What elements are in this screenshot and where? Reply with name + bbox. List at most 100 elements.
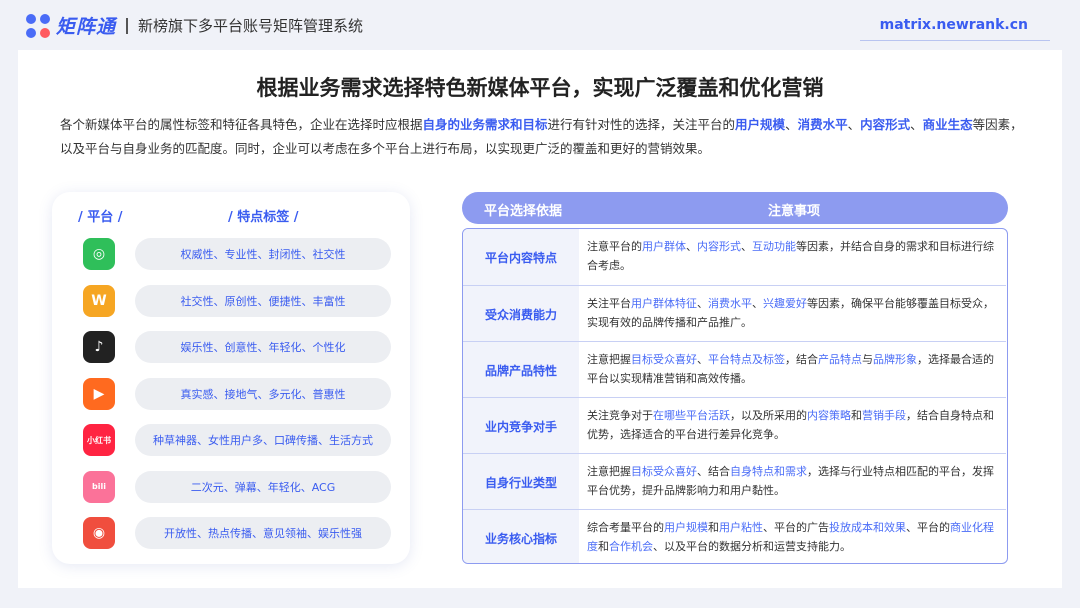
criteria-table: 平台内容特点 注意平台的用户群体、内容形式、互动功能等因素，并结合自身的需求和目标… — [462, 228, 1008, 564]
body-text: ，以及所采用的 — [730, 409, 807, 422]
criteria-key: 自身行业类型 — [463, 454, 579, 510]
wechat-channels-icon: ◎ — [83, 238, 115, 270]
highlight-text: 商业生态 — [922, 117, 973, 132]
criteria-key: 业内竞争对手 — [463, 398, 579, 454]
xiaohongshu-icon: 小红书 — [83, 424, 115, 456]
body-text: 和 — [708, 521, 719, 534]
highlight-text: 平台特点及标签 — [708, 353, 785, 366]
header-underline — [860, 40, 1050, 41]
body-text: 注意把握 — [587, 353, 631, 366]
body-text: 进行有针对性的选择，关注平台的 — [547, 117, 736, 132]
highlight-text: 投放成本和效果 — [829, 521, 906, 534]
highlight-text: 用户粘性 — [719, 521, 763, 534]
criteria-header-right: 注意事项 — [768, 204, 821, 219]
highlight-text: 内容策略 — [807, 409, 851, 422]
platform-column-header: / 平台 / — [78, 210, 123, 225]
platform-tags: 二次元、弹幕、年轻化、ACG — [135, 470, 391, 503]
platform-tags: 开放性、热点传播、意见领袖、娱乐性强 — [135, 517, 391, 549]
criteria-table-header: 平台选择依据 注意事项 — [462, 192, 1008, 224]
body-text: 、 — [697, 353, 708, 366]
wechat-official-icon: W — [83, 284, 115, 317]
body-text: 关注竞争对于 — [587, 409, 653, 422]
platform-row: ◉ 开放性、热点传播、意见领袖、娱乐性强 — [52, 513, 410, 553]
highlight-text: 品牌形象 — [873, 353, 917, 366]
body-text: 和 — [851, 409, 862, 422]
criteria-note: 关注竞争对于在哪些平台活跃，以及所采用的内容策略和营销手段，结合自身特点和优势，… — [587, 406, 999, 444]
criteria-note: 注意平台的用户群体、内容形式、互动功能等因素，并结合自身的需求和目标进行综合考虑… — [587, 237, 999, 275]
system-title: 新榜旗下多平台账号矩阵管理系统 — [138, 17, 364, 35]
page-headline: 根据业务需求选择特色新媒体平台，实现广泛覆盖和优化营销 — [256, 76, 824, 100]
platform-tags: 社交性、原创性、便捷性、丰富性 — [135, 284, 391, 317]
kuaishou-icon: ▶ — [83, 377, 115, 410]
body-text: 、 — [910, 117, 923, 132]
highlight-text: 消费水平 — [797, 117, 848, 132]
bilibili-icon: bili — [83, 470, 115, 503]
body-text: 各个新媒体平台的属性标签和特征各具特色，企业在选择时应根据 — [60, 117, 423, 132]
highlight-text: 目标受众喜好 — [631, 465, 697, 478]
body-text: 注意把握 — [587, 465, 631, 478]
criteria-row: 业内竞争对手 关注竞争对于在哪些平台活跃，以及所采用的内容策略和营销手段，结合自身… — [463, 397, 1006, 454]
highlight-text: 互动功能 — [752, 240, 796, 253]
highlight-text: 消费水平 — [708, 297, 752, 310]
highlight-text: 营销手段 — [862, 409, 906, 422]
body-text: 、平台的 — [906, 521, 950, 534]
body-text: 和 — [598, 540, 609, 553]
tags-column-header: / 特点标签 / — [228, 210, 299, 225]
douyin-icon: ♪ — [83, 331, 115, 363]
platform-row: ▶ 真实感、接地气、多元化、普惠性 — [52, 374, 410, 414]
platform-panel: / 平台 / / 特点标签 / ◎ 权威性、专业性、封闭性、社交性 W 社交性、原创性… — [52, 192, 410, 564]
criteria-note: 综合考量平台的用户规模和用户粘性、平台的广告投放成本和效果、平台的商业化程度和合… — [587, 518, 999, 556]
criteria-header-left: 平台选择依据 — [484, 204, 563, 219]
highlight-text: 自身的业务需求和目标 — [422, 117, 548, 132]
criteria-row: 平台内容特点 注意平台的用户群体、内容形式、互动功能等因素，并结合自身的需求和目标… — [463, 229, 1006, 285]
highlight-text: 内容形式 — [860, 117, 911, 132]
body-text: 、 — [741, 240, 752, 253]
highlight-text: 用户规模 — [735, 117, 786, 132]
body-text: 与 — [862, 353, 873, 366]
highlight-text: 在哪些平台活跃 — [653, 409, 730, 422]
platform-row: W 社交性、原创性、便捷性、丰富性 — [52, 281, 410, 321]
platform-row: 小红书 种草神器、女性用户多、口碑传播、生活方式 — [52, 420, 410, 460]
body-text: 、结合 — [697, 465, 730, 478]
body-text: 、 — [697, 297, 708, 310]
brand-logo[interactable]: 矩阵通 新榜旗下多平台账号矩阵管理系统 — [26, 12, 363, 39]
criteria-row: 业务核心指标 综合考量平台的用户规模和用户粘性、平台的广告投放成本和效果、平台的商… — [463, 509, 1006, 563]
criteria-note: 注意把握目标受众喜好、平台特点及标签，结合产品特点与品牌形象，选择最合适的平台以… — [587, 350, 999, 388]
criteria-key: 平台内容特点 — [463, 229, 579, 285]
body-text: 、 — [752, 297, 763, 310]
top-bar: 矩阵通 新榜旗下多平台账号矩阵管理系统 matrix.newrank.cn — [0, 0, 1080, 50]
highlight-text: 产品特点 — [818, 353, 862, 366]
criteria-note: 注意把握目标受众喜好、结合自身特点和需求，选择与行业特点相匹配的平台，发挥平台优… — [587, 462, 999, 500]
weibo-icon: ◉ — [83, 517, 115, 549]
criteria-row: 品牌产品特性 注意把握目标受众喜好、平台特点及标签，结合产品特点与品牌形象，选择最… — [463, 341, 1006, 398]
highlight-text: 合作机会 — [609, 540, 653, 553]
brand-name: 矩阵通 — [56, 16, 117, 38]
highlight-text: 兴趣爱好 — [763, 297, 807, 310]
platform-tags: 权威性、专业性、封闭性、社交性 — [135, 238, 391, 270]
body-text: ，结合 — [785, 353, 818, 366]
divider — [126, 17, 129, 34]
body-text: 综合考量平台的 — [587, 521, 664, 534]
criteria-row: 自身行业类型 注意把握目标受众喜好、结合自身特点和需求，选择与行业特点相匹配的平台… — [463, 453, 1006, 510]
criteria-row: 受众消费能力 关注平台用户群体特征、消费水平、兴趣爱好等因素，确保平台能够覆盖目标… — [463, 285, 1006, 342]
body-text: 、 — [847, 117, 861, 132]
highlight-text: 用户规模 — [664, 521, 708, 534]
highlight-text: 用户群体 — [642, 240, 686, 253]
criteria-key: 受众消费能力 — [463, 286, 579, 342]
platform-row: ◎ 权威性、专业性、封闭性、社交性 — [52, 234, 410, 274]
site-url[interactable]: matrix.newrank.cn — [880, 17, 1028, 33]
platform-tags: 真实感、接地气、多元化、普惠性 — [135, 377, 391, 410]
criteria-key: 品牌产品特性 — [463, 342, 579, 398]
platform-tags: 娱乐性、创意性、年轻化、个性化 — [135, 331, 391, 363]
body-text: 关注平台 — [587, 297, 631, 310]
criteria-note: 关注平台用户群体特征、消费水平、兴趣爱好等因素，确保平台能够覆盖目标受众，实现有… — [587, 294, 999, 332]
body-text: 、 — [686, 240, 697, 253]
highlight-text: 用户群体特征 — [631, 297, 697, 310]
platform-tags: 种草神器、女性用户多、口碑传播、生活方式 — [135, 424, 391, 456]
body-text: 、以及平台的数据分析和运营支持能力。 — [653, 540, 851, 553]
logo-mark-icon — [26, 13, 50, 38]
body-text: 注意平台的 — [587, 240, 642, 253]
body-text: 、平台的广告 — [763, 521, 829, 534]
highlight-text: 内容形式 — [697, 240, 741, 253]
platform-row: ♪ 娱乐性、创意性、年轻化、个性化 — [52, 327, 410, 367]
